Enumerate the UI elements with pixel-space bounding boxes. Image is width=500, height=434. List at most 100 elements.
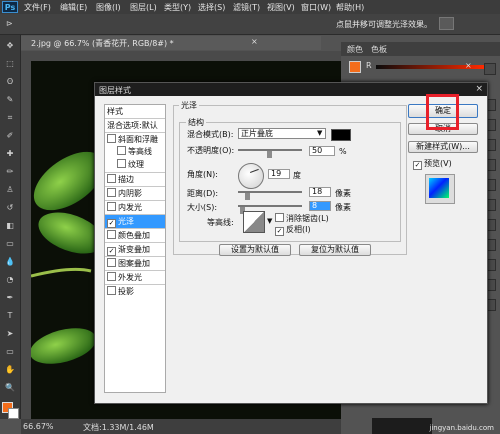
shape-tool-icon[interactable]: ▭	[4, 347, 16, 357]
style-item-inner-shadow[interactable]: 内阴影	[105, 186, 165, 200]
chevron-down-icon[interactable]: ▼	[267, 217, 272, 225]
workspace-button[interactable]	[439, 17, 454, 30]
checkbox-checked-icon[interactable]: ✓	[107, 219, 116, 228]
healing-tool-icon[interactable]: ✚	[4, 149, 16, 159]
eraser-tool-icon[interactable]: ◧	[4, 221, 16, 231]
menu-filter[interactable]: 滤镜(T)	[233, 2, 260, 13]
document-tab-close-icon[interactable]: ×	[251, 37, 258, 46]
menu-layer[interactable]: 图层(L)	[130, 2, 157, 13]
angle-field[interactable]: 19	[268, 169, 290, 179]
antialias-checkbox[interactable]: 消除锯齿(L)	[275, 213, 329, 224]
panel-close-icon[interactable]: ×	[465, 61, 472, 70]
lasso-tool-icon[interactable]: ʘ	[4, 77, 16, 87]
brush-tool-icon[interactable]: ✏	[4, 167, 16, 177]
hand-tool-icon[interactable]: ✋	[4, 365, 16, 375]
new-style-button[interactable]: 新建样式(W)...	[408, 141, 478, 153]
pen-tool-icon[interactable]: ✒	[4, 293, 16, 303]
panel-color-swatch[interactable]	[349, 61, 361, 73]
reset-default-button[interactable]: 复位为默认值	[299, 244, 371, 256]
size-slider[interactable]	[238, 205, 302, 207]
tools-panel: ✥ ⬚ ʘ ✎ ⌗ ✐ ✚ ✏ ♙ ↺ ◧ ▭ 💧 ◔ ✒ T ➤ ▭ ✋ 🔍	[0, 35, 21, 419]
style-item-texture[interactable]: 纹理	[105, 158, 165, 171]
style-item-contour[interactable]: 等高线	[105, 145, 165, 158]
style-item-stroke[interactable]: 描边	[105, 172, 165, 186]
menu-help[interactable]: 帮助(H)	[336, 2, 364, 13]
style-item-label: 渐变叠加	[118, 245, 150, 254]
style-list-header[interactable]: 样式	[107, 105, 167, 118]
move-tool-icon[interactable]: ✥	[4, 41, 16, 51]
size-unit: 像素	[335, 203, 351, 212]
style-item-satin[interactable]: ✓ 光泽	[105, 214, 165, 228]
eyedropper-tool-icon[interactable]: ✐	[4, 131, 16, 141]
checkbox-checked-icon[interactable]: ✓	[107, 247, 116, 256]
style-item-pattern-overlay[interactable]: 图案叠加	[105, 256, 165, 270]
checkbox-icon[interactable]	[275, 213, 284, 222]
checkbox-icon[interactable]	[107, 202, 116, 211]
history-brush-tool-icon[interactable]: ↺	[4, 203, 16, 213]
menu-window[interactable]: 窗口(W)	[301, 2, 331, 13]
menu-edit[interactable]: 编辑(E)	[60, 2, 87, 13]
checkbox-icon[interactable]	[107, 272, 116, 281]
menu-file[interactable]: 文件(F)	[24, 2, 51, 13]
menu-image[interactable]: 图像(I)	[96, 2, 121, 13]
style-item-outer-glow[interactable]: 外发光	[105, 270, 165, 284]
style-item-gradient-overlay[interactable]: ✓ 渐变叠加	[105, 242, 165, 256]
make-default-button[interactable]: 设置为默认值	[219, 244, 291, 256]
gradient-tool-icon[interactable]: ▭	[4, 239, 16, 249]
chevron-down-icon[interactable]: ▼	[317, 129, 322, 137]
tool-preset-icon[interactable]: ⊳	[6, 19, 13, 28]
checkbox-checked-icon[interactable]: ✓	[275, 227, 284, 236]
style-item-inner-glow[interactable]: 内发光	[105, 200, 165, 214]
invert-label: 反相(I)	[286, 225, 311, 234]
checkbox-icon[interactable]	[107, 188, 116, 197]
background-color[interactable]	[8, 408, 19, 419]
checkbox-icon[interactable]	[107, 286, 116, 295]
layer-thumbnail[interactable]	[372, 418, 432, 434]
checkbox-icon[interactable]	[117, 159, 126, 168]
blend-options-item[interactable]: 混合选项:默认	[105, 118, 165, 132]
crop-tool-icon[interactable]: ⌗	[4, 113, 16, 123]
style-item-bevel-emboss[interactable]: 斜面和浮雕	[105, 132, 165, 146]
marquee-tool-icon[interactable]: ⬚	[4, 59, 16, 69]
document-tab[interactable]: 2.jpg @ 66.7% (青香花开, RGB/8#) * ×	[21, 36, 321, 50]
zoom-level[interactable]: 66.67%	[23, 422, 54, 431]
stamp-tool-icon[interactable]: ♙	[4, 185, 16, 195]
checkbox-icon[interactable]	[107, 174, 116, 183]
path-select-tool-icon[interactable]: ➤	[4, 329, 16, 339]
type-tool-icon[interactable]: T	[4, 311, 16, 321]
options-bar: ⊳ 点鼠并移可调整光泽效果。	[0, 14, 500, 35]
size-field[interactable]: 8	[309, 201, 331, 211]
opacity-slider-thumb[interactable]	[267, 151, 272, 158]
menu-type[interactable]: 类型(Y)	[164, 2, 191, 13]
contour-picker[interactable]	[243, 211, 265, 233]
opacity-label: 不透明度(O):	[187, 146, 235, 155]
zoom-tool-icon[interactable]: 🔍	[4, 383, 16, 393]
dialog-close-icon[interactable]: ×	[475, 84, 483, 94]
panel-menu-icon[interactable]	[484, 63, 496, 75]
angle-dial[interactable]	[238, 163, 264, 189]
style-item-color-overlay[interactable]: 颜色叠加	[105, 228, 165, 242]
dodge-tool-icon[interactable]: ◔	[4, 275, 16, 285]
style-item-label: 纹理	[128, 160, 144, 169]
checkbox-icon[interactable]	[107, 230, 116, 239]
preview-checkbox[interactable]: ✓ 预览(V)	[413, 158, 452, 170]
checkbox-icon[interactable]	[107, 134, 116, 143]
quick-select-tool-icon[interactable]: ✎	[4, 95, 16, 105]
opacity-field[interactable]: 50	[309, 146, 335, 156]
tab-color[interactable]: 颜色	[347, 44, 363, 55]
style-item-drop-shadow[interactable]: 投影	[105, 284, 165, 298]
blend-color-swatch[interactable]	[331, 129, 351, 141]
checkbox-icon[interactable]	[107, 258, 116, 267]
menu-view[interactable]: 视图(V)	[267, 2, 295, 13]
style-item-label: 斜面和浮雕	[118, 135, 158, 144]
distance-slider-thumb[interactable]	[245, 193, 250, 200]
tab-swatches[interactable]: 色板	[371, 44, 387, 55]
menu-select[interactable]: 选择(S)	[198, 2, 225, 13]
invert-checkbox[interactable]: ✓ 反相(I)	[275, 224, 311, 236]
style-preview-swatch	[429, 178, 449, 198]
checkbox-checked-icon[interactable]: ✓	[413, 161, 422, 170]
blur-tool-icon[interactable]: 💧	[4, 257, 16, 267]
checkbox-icon[interactable]	[117, 146, 126, 155]
distance-field[interactable]: 18	[309, 187, 331, 197]
blend-mode-select[interactable]: 正片叠底	[238, 128, 326, 139]
